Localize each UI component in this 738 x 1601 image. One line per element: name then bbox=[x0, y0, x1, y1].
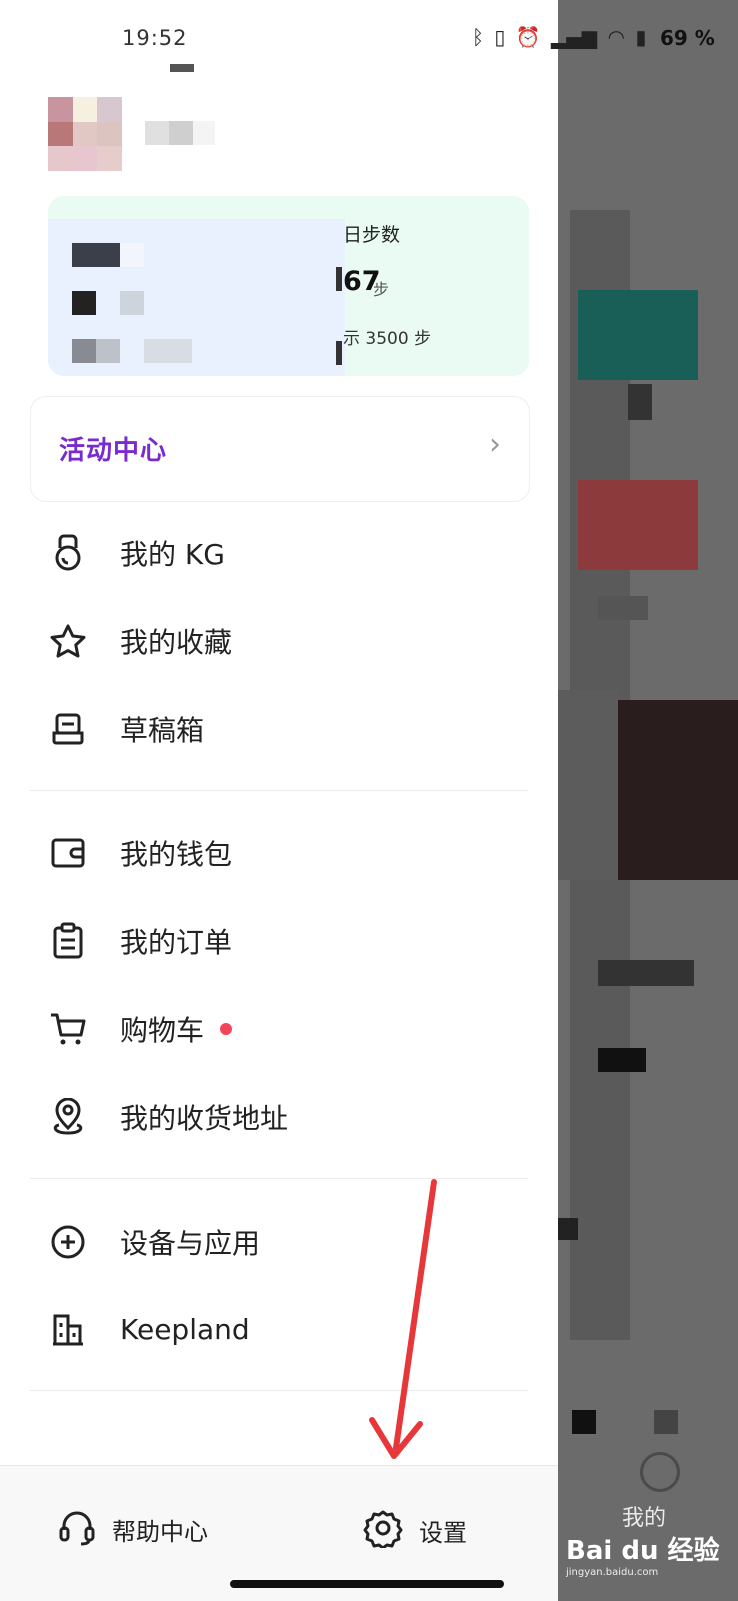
baidu-watermark: Bai du 经验 jingyan.baidu.com bbox=[566, 1530, 720, 1578]
background-tab-label: 我的 bbox=[622, 1506, 667, 1531]
home-indicator[interactable] bbox=[230, 1580, 504, 1588]
watermark-brand: Bai du 经验 bbox=[566, 1536, 720, 1566]
annotation-arrow bbox=[369, 1179, 437, 1459]
watermark-url: jingyan.baidu.com bbox=[566, 1567, 659, 1578]
